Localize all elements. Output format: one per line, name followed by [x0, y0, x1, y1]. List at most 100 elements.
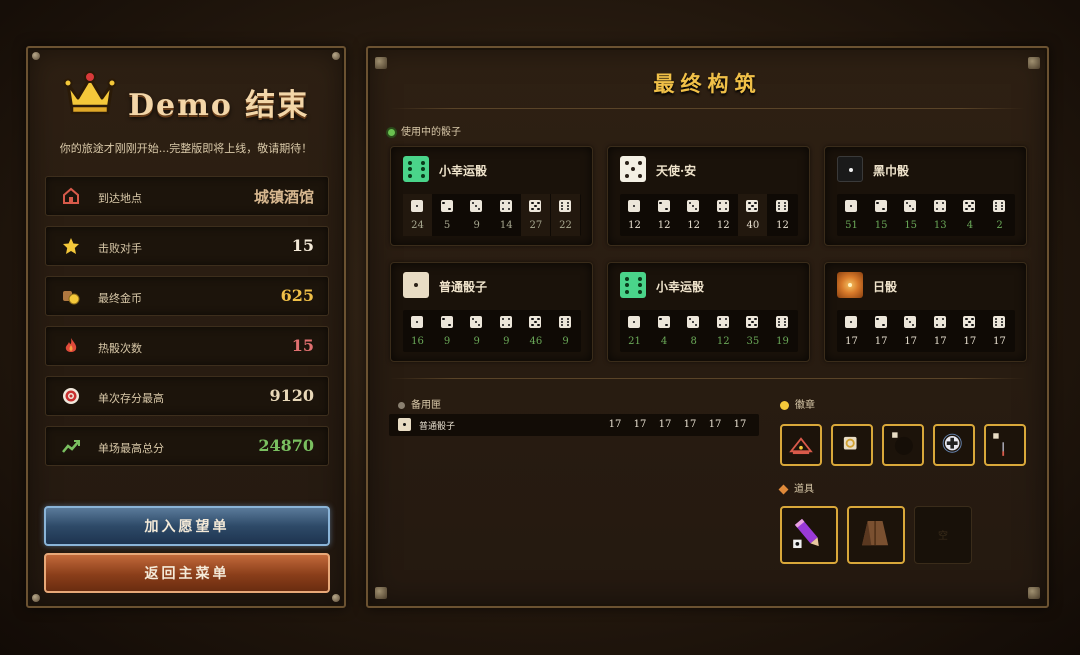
tavern-badge-icon: [789, 437, 813, 455]
badge-slot[interactable]: [984, 424, 1026, 466]
face-value-strip: 24 5 9 14 27 22: [403, 194, 581, 236]
face-value: 46: [529, 336, 543, 347]
die-face: 2: [985, 194, 1014, 236]
face-value: 21: [628, 336, 641, 347]
die-face-4-icon: [933, 200, 946, 212]
die-face: 17: [926, 310, 955, 352]
gold-dot-icon: [780, 401, 789, 410]
die-face: 8: [679, 310, 708, 352]
gray-dot-icon: [398, 402, 405, 409]
in-use-dice-header: 使用中的骰子: [388, 123, 461, 138]
die-face-6-icon: [776, 200, 788, 212]
face-value: 12: [776, 220, 789, 231]
rivet: [1028, 587, 1040, 599]
items-header: 道具: [778, 480, 814, 495]
die-face-4-icon: [499, 316, 512, 328]
face-value: 15: [874, 220, 888, 231]
die-name: 普通骰子: [439, 280, 488, 294]
crown-icon: [64, 71, 116, 115]
die-face: 17: [985, 310, 1014, 352]
face-value: 17: [874, 336, 888, 347]
die-face-2-icon: [874, 200, 887, 212]
die-face-3-icon: [470, 200, 483, 212]
coin-bag-icon: [63, 291, 80, 305]
face-value: 4: [660, 336, 668, 347]
reserve-face-value: 17: [733, 419, 747, 430]
stat-label: 单场最高总分: [98, 442, 164, 455]
die-face: 12: [709, 310, 738, 352]
reserve-row[interactable]: 普通骰子 17 17 17 17 17 17: [389, 414, 759, 436]
rivet: [332, 52, 340, 60]
badge-slot[interactable]: [882, 424, 924, 466]
die-face-6-icon: [776, 316, 788, 328]
stat-label: 到达地点: [98, 192, 142, 205]
angel-die-icon: [620, 156, 646, 182]
stat-row-hot-dice: 热骰次数 15: [45, 326, 329, 366]
badge-slot[interactable]: [831, 424, 873, 466]
die-face: 24: [403, 194, 432, 236]
die-face: 27: [521, 194, 551, 236]
die-face-1-icon: [628, 200, 640, 212]
die-face-4-icon: [499, 200, 512, 212]
items-label: 道具: [794, 484, 814, 495]
stat-label: 击败对手: [98, 242, 142, 255]
die-face: 9: [551, 310, 580, 352]
face-value: 15: [904, 220, 918, 231]
badges-header: 徽章: [780, 396, 815, 411]
die-face: 17: [955, 310, 984, 352]
stat-label: 单次存分最高: [98, 392, 164, 405]
face-value: 17: [963, 336, 977, 347]
face-value: 12: [716, 336, 730, 347]
stat-value: 625: [280, 286, 314, 305]
in-use-dice-label: 使用中的骰子: [401, 127, 461, 138]
die-face-6-icon: [993, 200, 1005, 212]
die-face-1-icon: [845, 316, 857, 328]
die-face: 9: [462, 310, 491, 352]
die-face-5-icon: [963, 200, 976, 212]
die-face: 14: [492, 194, 521, 236]
die-face-5-icon: [529, 316, 542, 328]
face-value: 17: [845, 336, 858, 347]
die-face-2-icon: [874, 316, 887, 328]
badge-slot[interactable]: [933, 424, 975, 466]
stat-value: 城镇酒馆: [253, 188, 314, 206]
face-value: 12: [687, 220, 701, 231]
add-to-wishlist-button[interactable]: 加入愿望单: [44, 506, 330, 546]
reserve-face-value: 17: [683, 419, 697, 430]
reserve-die-name: 普通骰子: [419, 422, 456, 432]
die-face: 15: [896, 194, 925, 236]
stat-value: 15: [291, 336, 314, 355]
face-value: 17: [904, 336, 918, 347]
final-build-panel: 最终构筑 使用中的骰子 小幸运骰 24 5 9 14 27 22 天使·安 12 12 12 12 40…: [366, 46, 1049, 608]
stat-value: 15: [291, 236, 314, 255]
die-card[interactable]: 日骰 17 17 17 17 17 17: [824, 262, 1027, 362]
die-face: 9: [462, 194, 491, 236]
rivet: [332, 594, 340, 602]
die-card[interactable]: 普通骰子 16 9 9 9 46 9: [390, 262, 593, 362]
die-card[interactable]: 小幸运骰 21 4 8 12 35 19: [607, 262, 810, 362]
reserve-face-header: [606, 393, 756, 409]
rivet: [32, 594, 40, 602]
stat-row-location: 到达地点 城镇酒馆: [45, 176, 329, 216]
item-slot[interactable]: [780, 506, 838, 564]
die-face-5-icon: [746, 316, 759, 328]
cross-badge-icon: [942, 433, 962, 453]
face-value: 17: [933, 336, 947, 347]
sword-badge-icon: [993, 433, 1005, 456]
return-to-main-menu-button[interactable]: 返回主菜单: [44, 553, 330, 593]
face-value-strip: 51 15 15 13 4 2: [837, 194, 1015, 236]
die-face-1-icon: [628, 316, 640, 328]
badge-slot[interactable]: [780, 424, 822, 466]
reserve-header: 备用匣: [398, 396, 441, 411]
die-card[interactable]: 小幸运骰 24 5 9 14 27 22: [390, 146, 593, 246]
die-face: 4: [650, 310, 679, 352]
empty-item-slot[interactable]: 空: [914, 506, 972, 564]
flame-icon: [65, 338, 77, 352]
stat-row-gold: 最终金币 625: [45, 276, 329, 316]
face-value: 19: [776, 336, 789, 347]
item-slot[interactable]: [847, 506, 905, 564]
die-face-5-icon: [529, 200, 542, 212]
die-card[interactable]: 天使·安 12 12 12 12 40 12: [607, 146, 810, 246]
die-card[interactable]: 黑巾骰 51 15 15 13 4 2: [824, 146, 1027, 246]
die-face: 19: [768, 310, 797, 352]
